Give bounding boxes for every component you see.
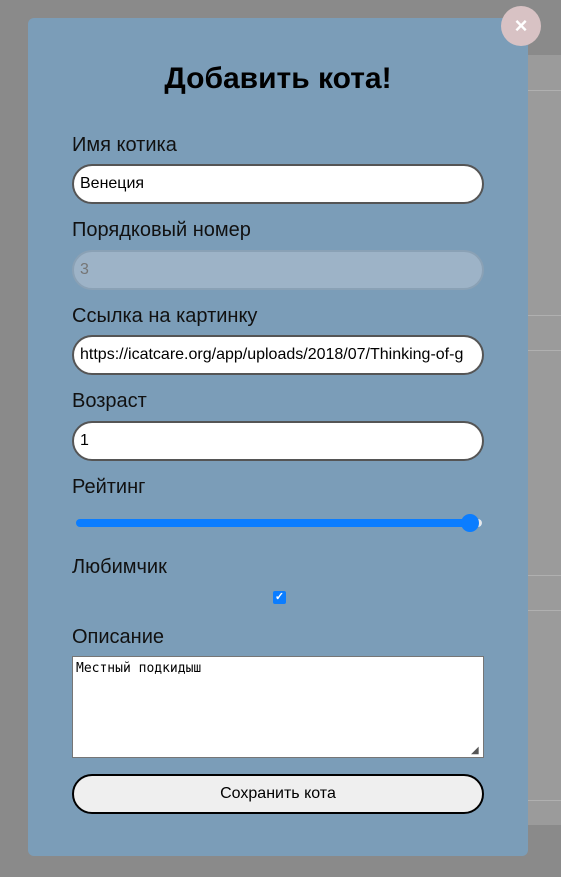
- rating-slider-track[interactable]: [76, 519, 482, 527]
- close-button[interactable]: ×: [501, 6, 541, 46]
- rating-label: Рейтинг: [72, 476, 146, 498]
- id-input: [72, 250, 484, 290]
- image-label: Ссылка на картинку: [72, 305, 258, 327]
- add-cat-modal: Добавить кота! Имя котика Порядковый ном…: [28, 18, 528, 856]
- image-url-input[interactable]: [72, 335, 484, 375]
- resize-grip-icon[interactable]: ◢: [471, 745, 479, 756]
- name-input[interactable]: [72, 164, 484, 204]
- age-input[interactable]: [72, 421, 484, 461]
- name-label: Имя котика: [72, 134, 177, 156]
- modal-title: Добавить кота!: [164, 62, 392, 95]
- favorite-label: Любимчик: [72, 556, 167, 578]
- save-cat-button[interactable]: Сохранить кота: [72, 774, 484, 814]
- favorite-checkbox[interactable]: ✓: [273, 591, 286, 604]
- rating-slider-thumb[interactable]: [460, 514, 479, 532]
- close-icon: ×: [514, 13, 528, 38]
- age-label: Возраст: [72, 390, 147, 412]
- id-label: Порядковый номер: [72, 219, 251, 241]
- description-label: Описание: [72, 626, 165, 648]
- description-textarea[interactable]: Местный подкидыш: [72, 656, 484, 758]
